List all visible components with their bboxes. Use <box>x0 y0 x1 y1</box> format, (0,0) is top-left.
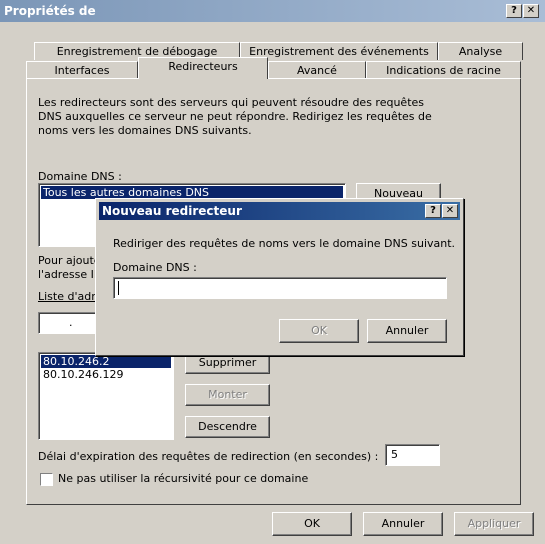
text-cursor <box>118 281 119 295</box>
timeout-input[interactable]: 5 <box>385 444 440 466</box>
ip-address-list[interactable]: 80.10.246.2 80.10.246.129 <box>38 352 174 440</box>
dialog-title: Nouveau redirecteur <box>102 204 242 218</box>
timeout-value: 5 <box>391 448 398 461</box>
close-icon[interactable]: ✕ <box>523 4 539 18</box>
tab-forwarders[interactable]: Redirecteurs <box>138 57 268 79</box>
tab-root-hints[interactable]: Indications de racine <box>366 61 521 79</box>
dialog-ok-button[interactable]: OK <box>279 319 359 343</box>
dialog-close-icon[interactable]: ✕ <box>442 204 458 218</box>
tab-advanced[interactable]: Avancé <box>268 61 366 79</box>
window-title: Propriétés de <box>4 4 96 18</box>
domain-label: Domaine DNS : <box>38 170 122 183</box>
move-down-button[interactable]: Descendre <box>185 416 270 438</box>
tab-interfaces[interactable]: Interfaces <box>26 61 138 79</box>
dialog-help-icon[interactable]: ? <box>425 204 441 218</box>
tab-event-logging[interactable]: Enregistrement des événements <box>240 42 438 60</box>
move-up-button[interactable]: Monter <box>185 384 270 406</box>
no-recursion-checkbox[interactable] <box>40 473 53 486</box>
description-line-3: noms vers les domaines DNS suivants. <box>38 124 252 137</box>
dialog-domain-label: Domaine DNS : <box>113 261 197 274</box>
apply-button[interactable]: Appliquer <box>454 512 534 536</box>
tab-monitoring[interactable]: Analyse <box>438 42 523 60</box>
new-forwarder-dialog: Nouveau redirecteur ? ✕ Rediriger des re… <box>95 198 464 356</box>
dialog-title-bar: Nouveau redirecteur ? ✕ <box>99 202 460 220</box>
ip-dot: . <box>69 316 73 329</box>
description-line-2: DNS auxquelles ce serveur ne peut répond… <box>38 110 432 123</box>
ip-list-item[interactable]: 80.10.246.129 <box>43 368 123 381</box>
description-line-1: Les redirecteurs sont des serveurs qui p… <box>38 96 425 109</box>
add-text-2: l'adresse IP <box>38 268 101 281</box>
ip-list-item[interactable]: 80.10.246.2 <box>41 355 171 368</box>
no-recursion-label: Ne pas utiliser la récursivité pour ce d… <box>58 472 309 485</box>
window-title-bar: Propriétés de ? ✕ <box>0 0 545 22</box>
ok-button[interactable]: OK <box>272 512 352 536</box>
timeout-label: Délai d'expiration des requêtes de redir… <box>38 450 379 463</box>
cancel-button[interactable]: Annuler <box>363 512 443 536</box>
help-icon[interactable]: ? <box>506 4 522 18</box>
dialog-instruction: Rediriger des requêtes de noms vers le d… <box>113 237 456 250</box>
dialog-cancel-button[interactable]: Annuler <box>367 319 447 343</box>
ip-address-input[interactable]: . <box>38 312 98 334</box>
dialog-domain-input[interactable] <box>113 277 447 299</box>
